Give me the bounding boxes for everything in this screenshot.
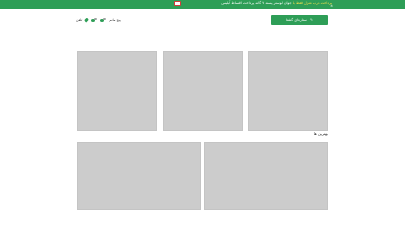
header: ✎ ستاره‌ای گشتا تلفن پیچ مانم xyxy=(0,13,405,25)
promo-rest: جوان لوستر پسند ۷ گانه پرداخت اقساط آبلی… xyxy=(221,1,292,5)
image-placeholder[interactable] xyxy=(204,142,328,210)
image-placeholder[interactable] xyxy=(77,142,201,210)
image-placeholder[interactable] xyxy=(77,51,157,131)
brand-logo-icon xyxy=(174,0,181,6)
image-placeholder[interactable] xyxy=(163,51,243,131)
promo-text[interactable]: پرداخت درب منزل فقط با جوان لوستر پسند ۷… xyxy=(221,0,332,6)
header-tools: تلفن پیچ مانم xyxy=(76,16,121,24)
cta-label: ستاره‌ای گشتا xyxy=(285,17,307,22)
promo-bar: پرداخت درب منزل فقط با جوان لوستر پسند ۷… xyxy=(0,0,405,9)
image-placeholder[interactable] xyxy=(248,51,328,131)
tool-label-shop[interactable]: پیچ مانم xyxy=(109,18,120,22)
tool-label-phone[interactable]: تلفن xyxy=(76,18,82,22)
close-icon[interactable]: × xyxy=(330,4,333,9)
compare-icon[interactable] xyxy=(100,17,106,23)
pencil-icon: ✎ xyxy=(310,17,314,22)
section-title: بهترین ها xyxy=(313,131,328,136)
chat-icon[interactable] xyxy=(91,17,97,23)
location-pin-icon[interactable] xyxy=(84,17,90,23)
cta-button[interactable]: ✎ ستاره‌ای گشتا xyxy=(271,14,328,25)
promo-highlight: فقط با xyxy=(292,1,303,5)
promo-lead: پرداخت درب منزل xyxy=(304,1,332,5)
